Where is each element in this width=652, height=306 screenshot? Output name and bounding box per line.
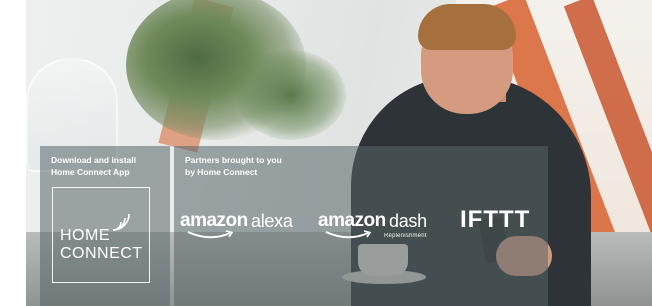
partners-line2: by Home Connect: [185, 167, 258, 177]
home-connect-logo[interactable]: HOME CONNECT: [52, 187, 150, 283]
wifi-signal-icon: [112, 213, 130, 231]
background-plant: [236, 50, 346, 140]
dash-wordmark: dash: [389, 211, 427, 231]
download-app-panel[interactable]: Download and install Home Connect App HO…: [40, 146, 170, 306]
partners-heading: Partners brought to you by Home Connect: [185, 154, 282, 178]
dash-replenishment-label: Replenishment: [384, 233, 427, 239]
person-hair: [418, 4, 516, 50]
amazon-smile-icon: [187, 230, 234, 239]
download-app-heading: Download and install Home Connect App: [51, 154, 136, 178]
partners-panel: Partners brought to you by Home Connect …: [174, 146, 548, 306]
amazon-wordmark: amazon: [180, 210, 248, 231]
hero-banner: Download and install Home Connect App HO…: [26, 0, 652, 306]
amazon-dash-logo[interactable]: amazon dash Replenishment: [318, 208, 448, 248]
amazon-smile-icon: [325, 230, 372, 239]
partners-line1: Partners brought to you: [185, 155, 282, 165]
amazon-wordmark: amazon: [318, 210, 386, 231]
download-app-line2: Home Connect App: [51, 167, 130, 177]
alexa-wordmark: alexa: [251, 211, 293, 231]
amazon-alexa-logo[interactable]: amazon alexa: [180, 208, 310, 248]
home-connect-logo-home: HOME: [60, 227, 110, 244]
ifttt-logo[interactable]: IFTTT: [460, 206, 530, 234]
home-connect-logo-connect: CONNECT: [60, 245, 143, 262]
download-app-line1: Download and install: [51, 155, 137, 165]
